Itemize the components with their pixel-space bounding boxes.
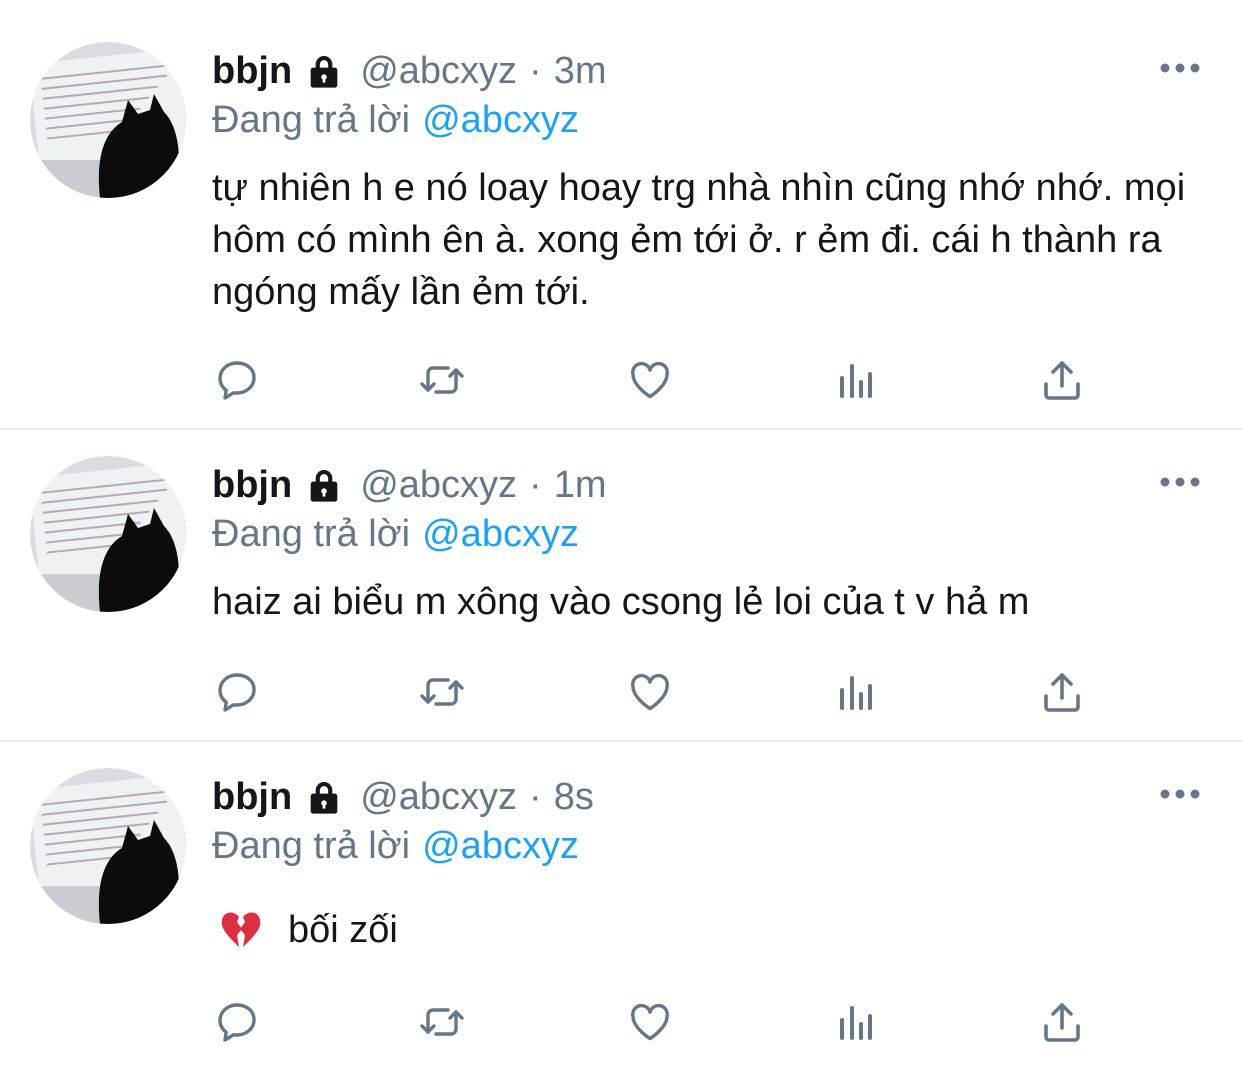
replying-to-label: Đang trả lời	[212, 824, 411, 867]
avatar-image	[30, 768, 186, 924]
reply-mention-link[interactable]: @abcxyz	[422, 513, 579, 556]
more-options-icon[interactable]	[1152, 53, 1208, 83]
user-handle[interactable]: @abcxyz	[360, 464, 517, 507]
replying-to-line: Đang trả lời @abcxyz	[212, 96, 579, 144]
timestamp[interactable]: 1m	[554, 464, 607, 507]
more-options-icon[interactable]	[1152, 779, 1208, 809]
separator: ·	[529, 463, 542, 506]
broken-heart-icon	[220, 910, 262, 950]
tweet-actions	[212, 664, 1092, 720]
replying-to-label: Đang trả lời	[212, 98, 411, 141]
tweet-actions	[212, 352, 1092, 408]
tweet-2[interactable]: bbjn @abcxyz · 1m Đang trả lời @abcxyz h…	[0, 430, 1242, 740]
share-icon[interactable]	[1034, 664, 1090, 720]
display-name[interactable]: bbjn	[212, 776, 292, 819]
reply-icon[interactable]	[209, 994, 265, 1050]
tweet-text: tự nhiên h e nó loay hoay trg nhà nhìn c…	[212, 167, 1186, 313]
tweet-actions	[212, 994, 1092, 1050]
user-handle[interactable]: @abcxyz	[360, 776, 517, 819]
lock-icon	[304, 51, 344, 91]
tweet-text: haiz ai biểu m xông vào csong lẻ loi của…	[212, 581, 1030, 623]
analytics-icon[interactable]	[828, 352, 884, 408]
reply-icon[interactable]	[209, 352, 265, 408]
tweet-text: bối zối	[288, 909, 398, 951]
analytics-icon[interactable]	[828, 994, 884, 1050]
avatar[interactable]	[30, 42, 186, 198]
avatar-image	[30, 456, 186, 612]
timestamp[interactable]: 8s	[554, 776, 594, 819]
tweet-content: bối zối	[212, 904, 1202, 956]
display-name[interactable]: bbjn	[212, 50, 292, 93]
replying-to-label: Đang trả lời	[212, 512, 411, 555]
lock-icon	[304, 777, 344, 817]
avatar[interactable]	[30, 456, 186, 612]
retweet-icon[interactable]	[414, 352, 470, 408]
retweet-icon[interactable]	[414, 664, 470, 720]
reply-icon[interactable]	[209, 664, 265, 720]
share-icon[interactable]	[1034, 994, 1090, 1050]
reply-mention-link[interactable]: @abcxyz	[422, 99, 579, 142]
retweet-icon[interactable]	[414, 994, 470, 1050]
timestamp[interactable]: 3m	[554, 50, 607, 93]
tweet-3[interactable]: bbjn @abcxyz · 8s Đang trả lời @abcxyz b…	[0, 742, 1242, 1066]
separator: ·	[529, 775, 542, 818]
display-name[interactable]: bbjn	[212, 464, 292, 507]
like-icon[interactable]	[622, 664, 678, 720]
lock-icon	[304, 465, 344, 505]
user-handle[interactable]: @abcxyz	[360, 50, 517, 93]
like-icon[interactable]	[622, 352, 678, 408]
replying-to-line: Đang trả lời @abcxyz	[212, 510, 579, 558]
separator: ·	[529, 49, 542, 92]
more-options-icon[interactable]	[1152, 467, 1208, 497]
reply-mention-link[interactable]: @abcxyz	[422, 825, 579, 868]
share-icon[interactable]	[1034, 352, 1090, 408]
tweet-1[interactable]: bbjn @abcxyz · 3m Đang trả lời @abcxyz t…	[0, 0, 1242, 428]
avatar-image	[30, 42, 186, 198]
avatar[interactable]	[30, 768, 186, 924]
like-icon[interactable]	[622, 994, 678, 1050]
replying-to-line: Đang trả lời @abcxyz	[212, 822, 579, 870]
analytics-icon[interactable]	[828, 664, 884, 720]
